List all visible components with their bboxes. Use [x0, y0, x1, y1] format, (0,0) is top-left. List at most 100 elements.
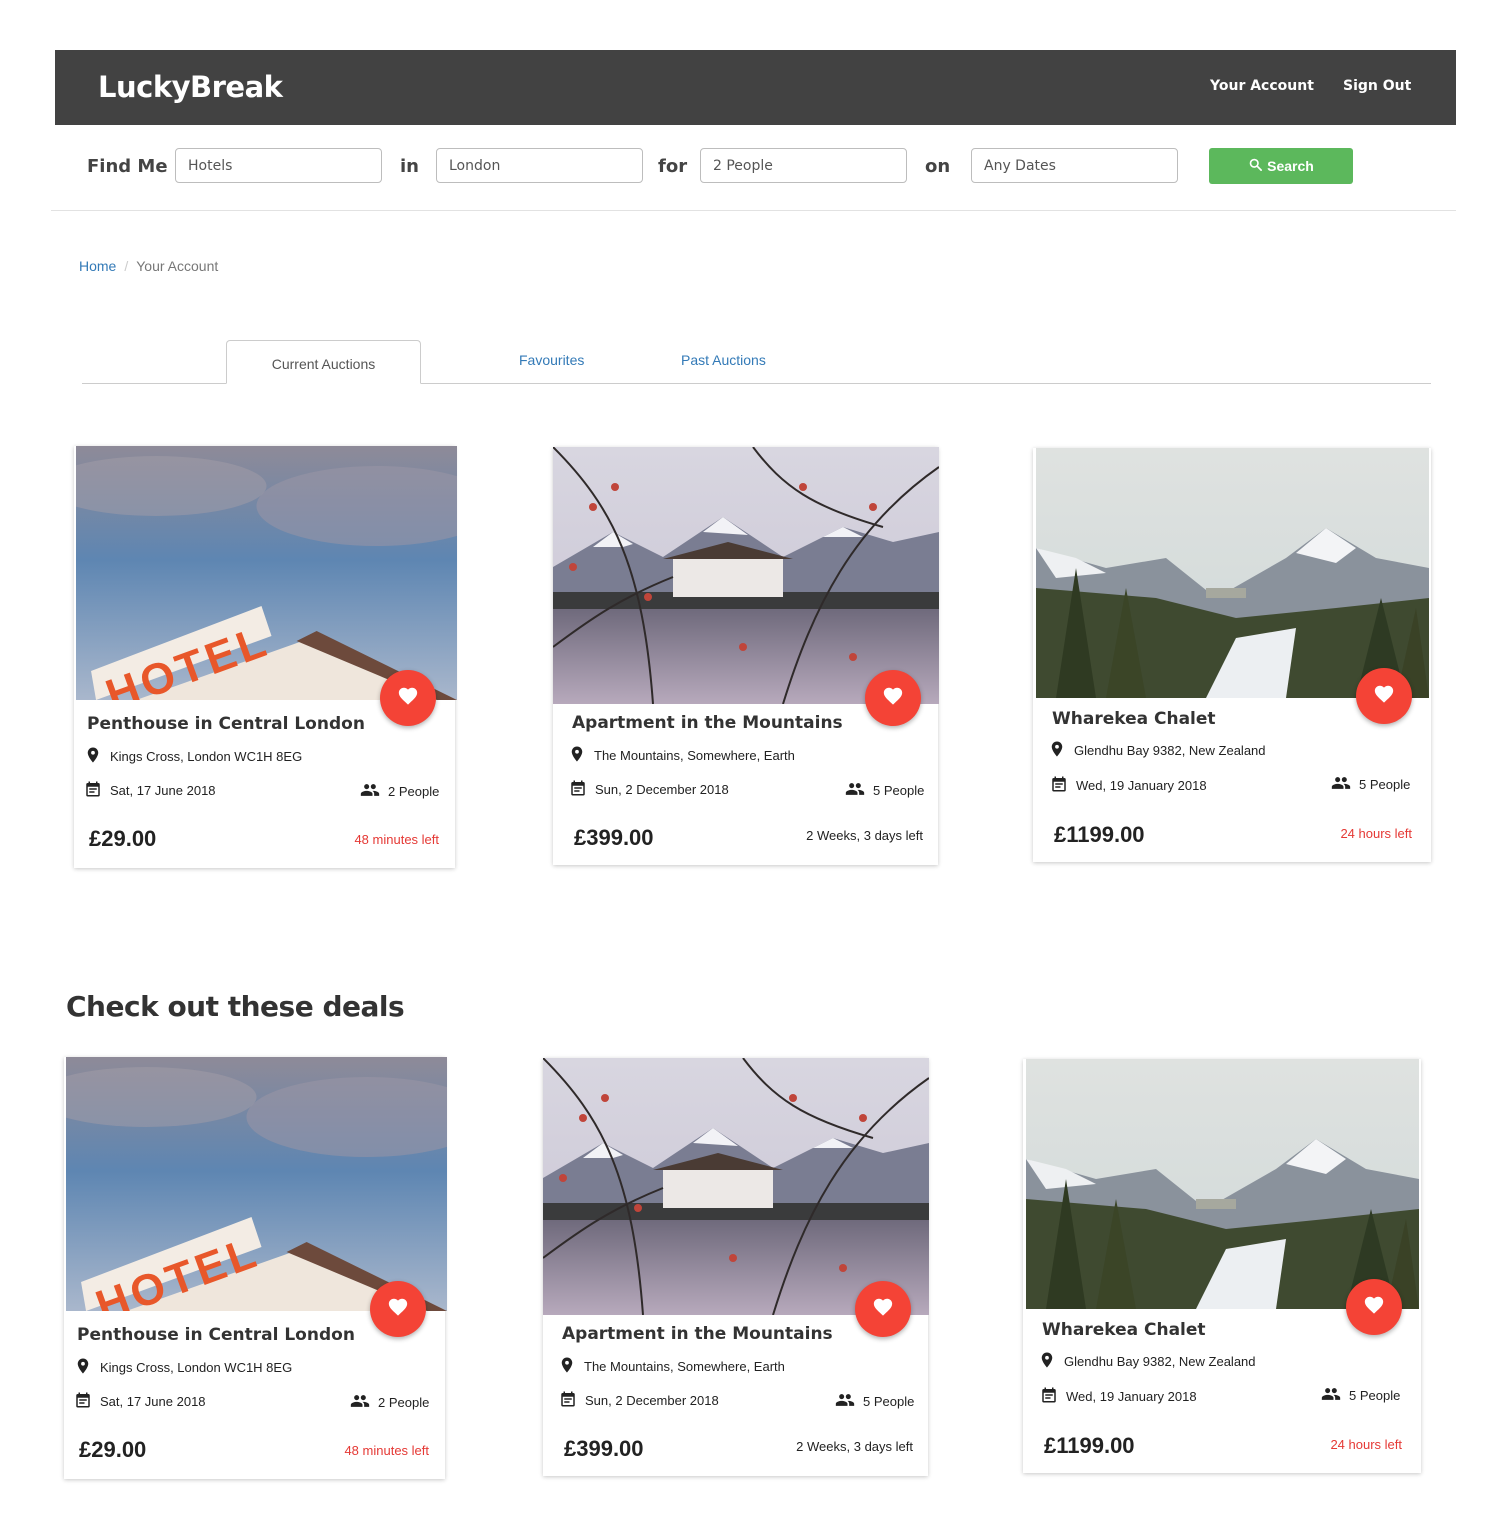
time-left: 24 hours left — [1340, 826, 1412, 841]
people-icon — [845, 779, 873, 802]
calendar-icon — [569, 779, 595, 800]
listing-photo — [543, 1058, 929, 1315]
favourite-button[interactable] — [1346, 1279, 1402, 1335]
listing-photo — [76, 446, 457, 700]
search-label-on: on — [925, 156, 951, 177]
favourite-button[interactable] — [370, 1281, 426, 1337]
favourite-button[interactable] — [1356, 668, 1412, 724]
date-text: Sun, 2 December 2018 — [595, 782, 729, 797]
location-input[interactable] — [436, 148, 643, 183]
listing-price: £399.00 — [574, 825, 654, 850]
search-bar: Find Me in for on Search — [51, 125, 1456, 211]
nav-sign-out[interactable]: Sign Out — [1343, 78, 1411, 94]
people-input[interactable] — [700, 148, 907, 183]
favourite-button[interactable] — [865, 670, 921, 726]
time-left: 2 Weeks, 3 days left — [796, 1439, 913, 1454]
location-pin-icon — [568, 745, 594, 766]
listing-title: Apartment in the Mountains — [572, 713, 843, 733]
logo[interactable]: LuckyBreak — [98, 70, 283, 104]
calendar-icon — [559, 1390, 585, 1411]
search-label-find: Find Me — [87, 156, 168, 177]
account-tabs: Current Auctions Favourites Past Auction… — [82, 340, 1431, 384]
listing-title: Penthouse in Central London — [87, 714, 365, 734]
people-icon — [835, 1390, 863, 1413]
listing-price: £399.00 — [564, 1436, 644, 1461]
date-text: Wed, 19 January 2018 — [1066, 1389, 1197, 1404]
deal-card[interactable]: Penthouse in Central London Kings Cross,… — [64, 1057, 445, 1479]
address-text: Kings Cross, London WC1H 8EG — [110, 749, 303, 764]
breadcrumb-home[interactable]: Home — [79, 258, 116, 274]
listing-photo — [553, 447, 939, 704]
listing-title: Wharekea Chalet — [1052, 709, 1216, 729]
date-text: Sun, 2 December 2018 — [585, 1393, 719, 1408]
tab-favourites[interactable]: Favourites — [519, 352, 584, 396]
address-text: Glendhu Bay 9382, New Zealand — [1074, 743, 1266, 758]
tab-past-auctions[interactable]: Past Auctions — [681, 352, 766, 396]
location-pin-icon — [84, 746, 110, 767]
listing-people: 5 People — [1321, 1384, 1400, 1407]
deal-card[interactable]: Wharekea Chalet Glendhu Bay 9382, New Ze… — [1023, 1059, 1421, 1473]
listing-people: 5 People — [845, 779, 924, 802]
people-icon — [1321, 1384, 1349, 1407]
time-left: 48 minutes left — [344, 1443, 429, 1458]
location-pin-icon — [1038, 1351, 1064, 1372]
heart-icon — [882, 685, 904, 712]
address-text: The Mountains, Somewhere, Earth — [584, 1359, 785, 1374]
auction-card[interactable]: Apartment in the Mountains The Mountains… — [553, 447, 938, 865]
listing-photo — [66, 1057, 447, 1311]
listing-date: Sat, 17 June 2018 — [74, 1391, 206, 1412]
auction-card[interactable]: Wharekea Chalet Glendhu Bay 9382, New Ze… — [1033, 448, 1431, 862]
search-button[interactable]: Search — [1209, 148, 1353, 184]
listing-people: 2 People — [350, 1391, 429, 1414]
heart-icon — [397, 685, 419, 712]
calendar-icon — [1040, 1386, 1066, 1407]
time-left: 24 hours left — [1330, 1437, 1402, 1452]
type-input[interactable] — [175, 148, 382, 183]
listing-address: The Mountains, Somewhere, Earth — [568, 745, 795, 766]
search-button-label: Search — [1267, 158, 1314, 174]
heart-icon — [1363, 1294, 1385, 1321]
people-icon — [1331, 773, 1359, 796]
deals-section-title: Check out these deals — [66, 990, 405, 1023]
deal-card[interactable]: Apartment in the Mountains The Mountains… — [543, 1058, 928, 1476]
people-text: 2 People — [388, 784, 440, 799]
people-text: 5 People — [873, 783, 925, 798]
listing-price: £29.00 — [89, 826, 157, 851]
breadcrumb-separator: / — [124, 258, 129, 274]
auction-card[interactable]: Penthouse in Central London Kings Cross,… — [74, 446, 455, 868]
listing-address: Kings Cross, London WC1H 8EG — [84, 746, 302, 767]
search-icon — [1248, 157, 1263, 175]
listing-people: 5 People — [835, 1390, 914, 1413]
people-icon — [360, 780, 388, 803]
listing-photo — [1026, 1059, 1419, 1309]
dates-input[interactable] — [971, 148, 1178, 183]
location-pin-icon — [558, 1356, 584, 1377]
listing-people: 2 People — [360, 780, 439, 803]
people-text: 5 People — [1359, 777, 1411, 792]
tab-current-auctions[interactable]: Current Auctions — [226, 340, 421, 384]
calendar-icon — [74, 1391, 100, 1412]
people-text: 2 People — [378, 1395, 430, 1410]
favourite-button[interactable] — [855, 1281, 911, 1337]
listing-address: The Mountains, Somewhere, Earth — [558, 1356, 785, 1377]
listing-people: 5 People — [1331, 773, 1410, 796]
favourite-button[interactable] — [380, 670, 436, 726]
nav-your-account[interactable]: Your Account — [1210, 78, 1314, 94]
breadcrumb: Home / Your Account — [79, 258, 218, 274]
listing-price: £29.00 — [79, 1437, 147, 1462]
location-pin-icon — [74, 1357, 100, 1378]
heart-icon — [387, 1296, 409, 1323]
listing-date: Sun, 2 December 2018 — [569, 779, 729, 800]
breadcrumb-current: Your Account — [136, 258, 219, 274]
date-text: Sat, 17 June 2018 — [110, 783, 216, 798]
time-left: 48 minutes left — [354, 832, 439, 847]
listing-photo — [1036, 448, 1429, 698]
listing-title: Apartment in the Mountains — [562, 1324, 833, 1344]
listing-address: Glendhu Bay 9382, New Zealand — [1048, 740, 1266, 761]
location-pin-icon — [1048, 740, 1074, 761]
listing-date: Wed, 19 January 2018 — [1050, 775, 1207, 796]
search-label-in: in — [400, 156, 419, 177]
listing-title: Penthouse in Central London — [77, 1325, 355, 1345]
top-navbar: LuckyBreak Your Account Sign Out — [55, 50, 1456, 125]
people-icon — [350, 1391, 378, 1414]
